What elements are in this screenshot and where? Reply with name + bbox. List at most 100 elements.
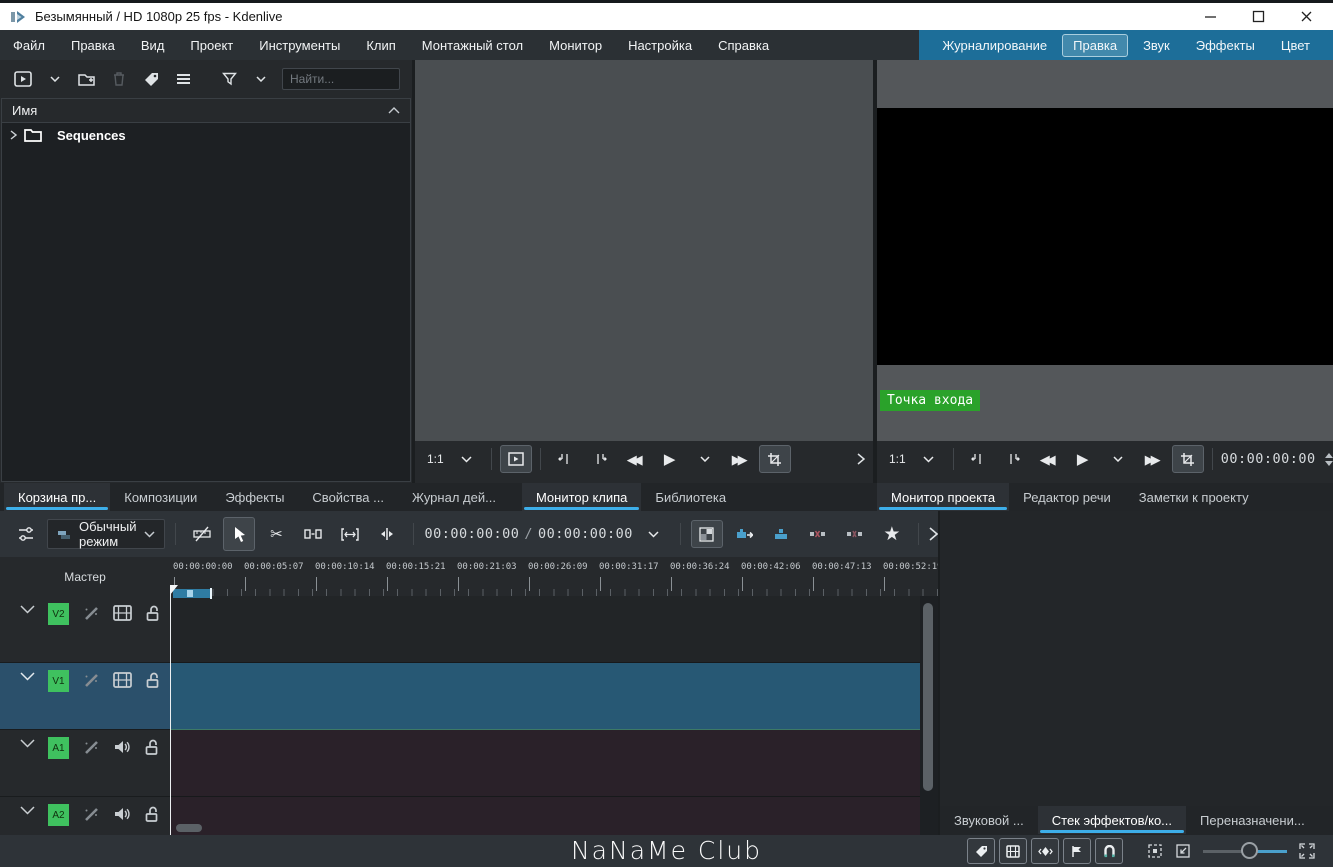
timeline-master-button[interactable]: Мастер bbox=[0, 557, 170, 596]
flag-toggle[interactable] bbox=[1063, 838, 1091, 864]
set-in-point-icon[interactable] bbox=[962, 445, 994, 473]
speaker-icon[interactable] bbox=[113, 806, 131, 822]
lock-icon[interactable] bbox=[144, 806, 160, 823]
timeline-vertical-scrollbar[interactable] bbox=[923, 603, 933, 791]
track-lane-a2[interactable] bbox=[170, 797, 920, 835]
zoom-slider-knob[interactable] bbox=[1241, 842, 1258, 859]
timecode-spinner[interactable] bbox=[1325, 453, 1333, 466]
play-dropdown-icon[interactable] bbox=[1102, 445, 1134, 473]
menu-help[interactable]: Справка bbox=[705, 30, 782, 60]
favorite-effects-icon[interactable]: ★ bbox=[876, 520, 908, 548]
menu-edit[interactable]: Правка bbox=[58, 30, 128, 60]
menu-project[interactable]: Проект bbox=[177, 30, 246, 60]
toolbar-overflow-icon[interactable] bbox=[929, 527, 938, 541]
timeline-timecode-current[interactable]: 00:00:00:00 bbox=[424, 526, 519, 542]
set-out-point-icon[interactable] bbox=[584, 445, 616, 473]
collapse-chevron-icon[interactable] bbox=[20, 739, 35, 748]
fit-zone-icon[interactable] bbox=[334, 520, 366, 548]
spacer-tool[interactable] bbox=[297, 520, 329, 548]
track-effects-icon[interactable] bbox=[82, 806, 100, 824]
tab-remapping[interactable]: Переназначени... bbox=[1186, 806, 1319, 834]
tab-project-monitor[interactable]: Монитор проекта bbox=[877, 483, 1009, 511]
tab-clip-monitor[interactable]: Монитор клипа bbox=[522, 483, 641, 511]
add-folder-icon[interactable] bbox=[76, 68, 98, 90]
expand-chevron-icon[interactable] bbox=[10, 130, 17, 140]
mix-clips-icon[interactable] bbox=[371, 520, 403, 548]
play-dropdown-icon[interactable] bbox=[689, 445, 721, 473]
track-header-v2[interactable]: V2 bbox=[0, 596, 170, 663]
forward-icon[interactable]: ▶▶ bbox=[1137, 445, 1169, 473]
track-effects-icon[interactable] bbox=[82, 739, 100, 757]
forward-icon[interactable]: ▶▶ bbox=[724, 445, 756, 473]
compositions-toggle[interactable] bbox=[1031, 838, 1059, 864]
tab-undo-history[interactable]: Журнал дей... bbox=[398, 483, 510, 511]
lift-zone-icon[interactable] bbox=[839, 520, 871, 548]
menu-clip[interactable]: Клип bbox=[353, 30, 408, 60]
track-effects-icon[interactable] bbox=[82, 672, 100, 690]
add-clip-dropdown-icon[interactable] bbox=[44, 68, 66, 90]
tab-speech-editor[interactable]: Редактор речи bbox=[1009, 483, 1125, 511]
selection-tool[interactable] bbox=[223, 517, 255, 551]
insert-zone-icon[interactable] bbox=[728, 520, 760, 548]
lock-icon[interactable] bbox=[145, 672, 161, 689]
zoom-in-icon[interactable] bbox=[1295, 839, 1319, 863]
transport-overflow-icon[interactable] bbox=[857, 453, 865, 465]
rewind-icon[interactable]: ◀◀ bbox=[619, 445, 651, 473]
filter-dropdown-icon[interactable] bbox=[250, 68, 272, 90]
track-name-badge[interactable]: A2 bbox=[48, 804, 69, 826]
preview-render-icon[interactable] bbox=[691, 520, 723, 548]
edit-mode-select[interactable]: Обычный режим bbox=[47, 519, 165, 549]
zoom-out-icon[interactable] bbox=[1171, 839, 1195, 863]
film-icon[interactable] bbox=[113, 672, 132, 688]
tab-compositions[interactable]: Композиции bbox=[110, 483, 211, 511]
menu-monitor[interactable]: Монитор bbox=[536, 30, 615, 60]
track-name-badge[interactable]: A1 bbox=[48, 737, 69, 759]
bin-search-input[interactable] bbox=[282, 68, 400, 90]
track-header-a1[interactable]: A1 bbox=[0, 730, 170, 797]
tab-properties[interactable]: Свойства ... bbox=[298, 483, 398, 511]
track-lane-a1[interactable] bbox=[170, 730, 920, 797]
menu-file[interactable]: Файл bbox=[0, 30, 58, 60]
timeline-zone-edit-icon[interactable] bbox=[186, 520, 218, 548]
collapse-chevron-icon[interactable] bbox=[20, 672, 35, 681]
filter-icon[interactable] bbox=[218, 68, 240, 90]
track-mixer-icon[interactable] bbox=[10, 520, 42, 548]
layout-color[interactable]: Цвет bbox=[1270, 34, 1321, 57]
menu-tools[interactable]: Инструменты bbox=[246, 30, 353, 60]
layout-logging[interactable]: Журналирование bbox=[931, 34, 1058, 57]
track-name-badge[interactable]: V2 bbox=[48, 603, 69, 625]
menu-settings[interactable]: Настройка bbox=[615, 30, 705, 60]
lock-icon[interactable] bbox=[144, 739, 160, 756]
timeline-zone-bar[interactable] bbox=[173, 589, 210, 598]
lock-icon[interactable] bbox=[145, 605, 161, 622]
track-lane-v2[interactable] bbox=[170, 596, 920, 663]
rewind-icon[interactable]: ◀◀ bbox=[1032, 445, 1064, 473]
film-icon[interactable] bbox=[113, 605, 132, 621]
bin-name-column-header[interactable]: Имя bbox=[2, 99, 410, 123]
zoom-fit-icon[interactable] bbox=[1143, 839, 1167, 863]
minimize-button[interactable] bbox=[1193, 5, 1227, 29]
layout-editing[interactable]: Правка bbox=[1062, 34, 1128, 57]
zone-mode-icon[interactable] bbox=[759, 445, 791, 473]
tab-effects[interactable]: Эффекты bbox=[211, 483, 298, 511]
thumbnails-toggle[interactable] bbox=[999, 838, 1027, 864]
playhead-marker[interactable] bbox=[170, 585, 178, 595]
timeline-zoom-slider[interactable] bbox=[1203, 839, 1287, 863]
play-icon[interactable]: ▶ bbox=[654, 445, 686, 473]
tab-effect-stack[interactable]: Стек эффектов/ко... bbox=[1038, 806, 1186, 834]
clip-zoom-dropdown-icon[interactable] bbox=[451, 445, 483, 473]
close-button[interactable] bbox=[1289, 5, 1323, 29]
bin-view-menu-icon[interactable] bbox=[172, 68, 194, 90]
timeline-ruler[interactable]: 00:00:00:00 00:00:05:07 00:00:10:14 00:0… bbox=[170, 557, 938, 596]
collapse-chevron-icon[interactable] bbox=[20, 605, 35, 614]
timeline-horizontal-scrollbar[interactable] bbox=[176, 824, 202, 832]
tag-icon[interactable] bbox=[140, 68, 162, 90]
add-clip-icon[interactable] bbox=[12, 68, 34, 90]
collapse-chevron-icon[interactable] bbox=[20, 806, 35, 815]
layout-effects[interactable]: Эффекты bbox=[1185, 34, 1266, 57]
zone-mode-icon[interactable] bbox=[1172, 445, 1204, 473]
project-zoom-dropdown-icon[interactable] bbox=[913, 445, 945, 473]
track-name-badge[interactable]: V1 bbox=[48, 670, 69, 692]
snap-toggle[interactable] bbox=[1095, 838, 1123, 864]
track-header-a2[interactable]: A2 bbox=[0, 797, 170, 835]
